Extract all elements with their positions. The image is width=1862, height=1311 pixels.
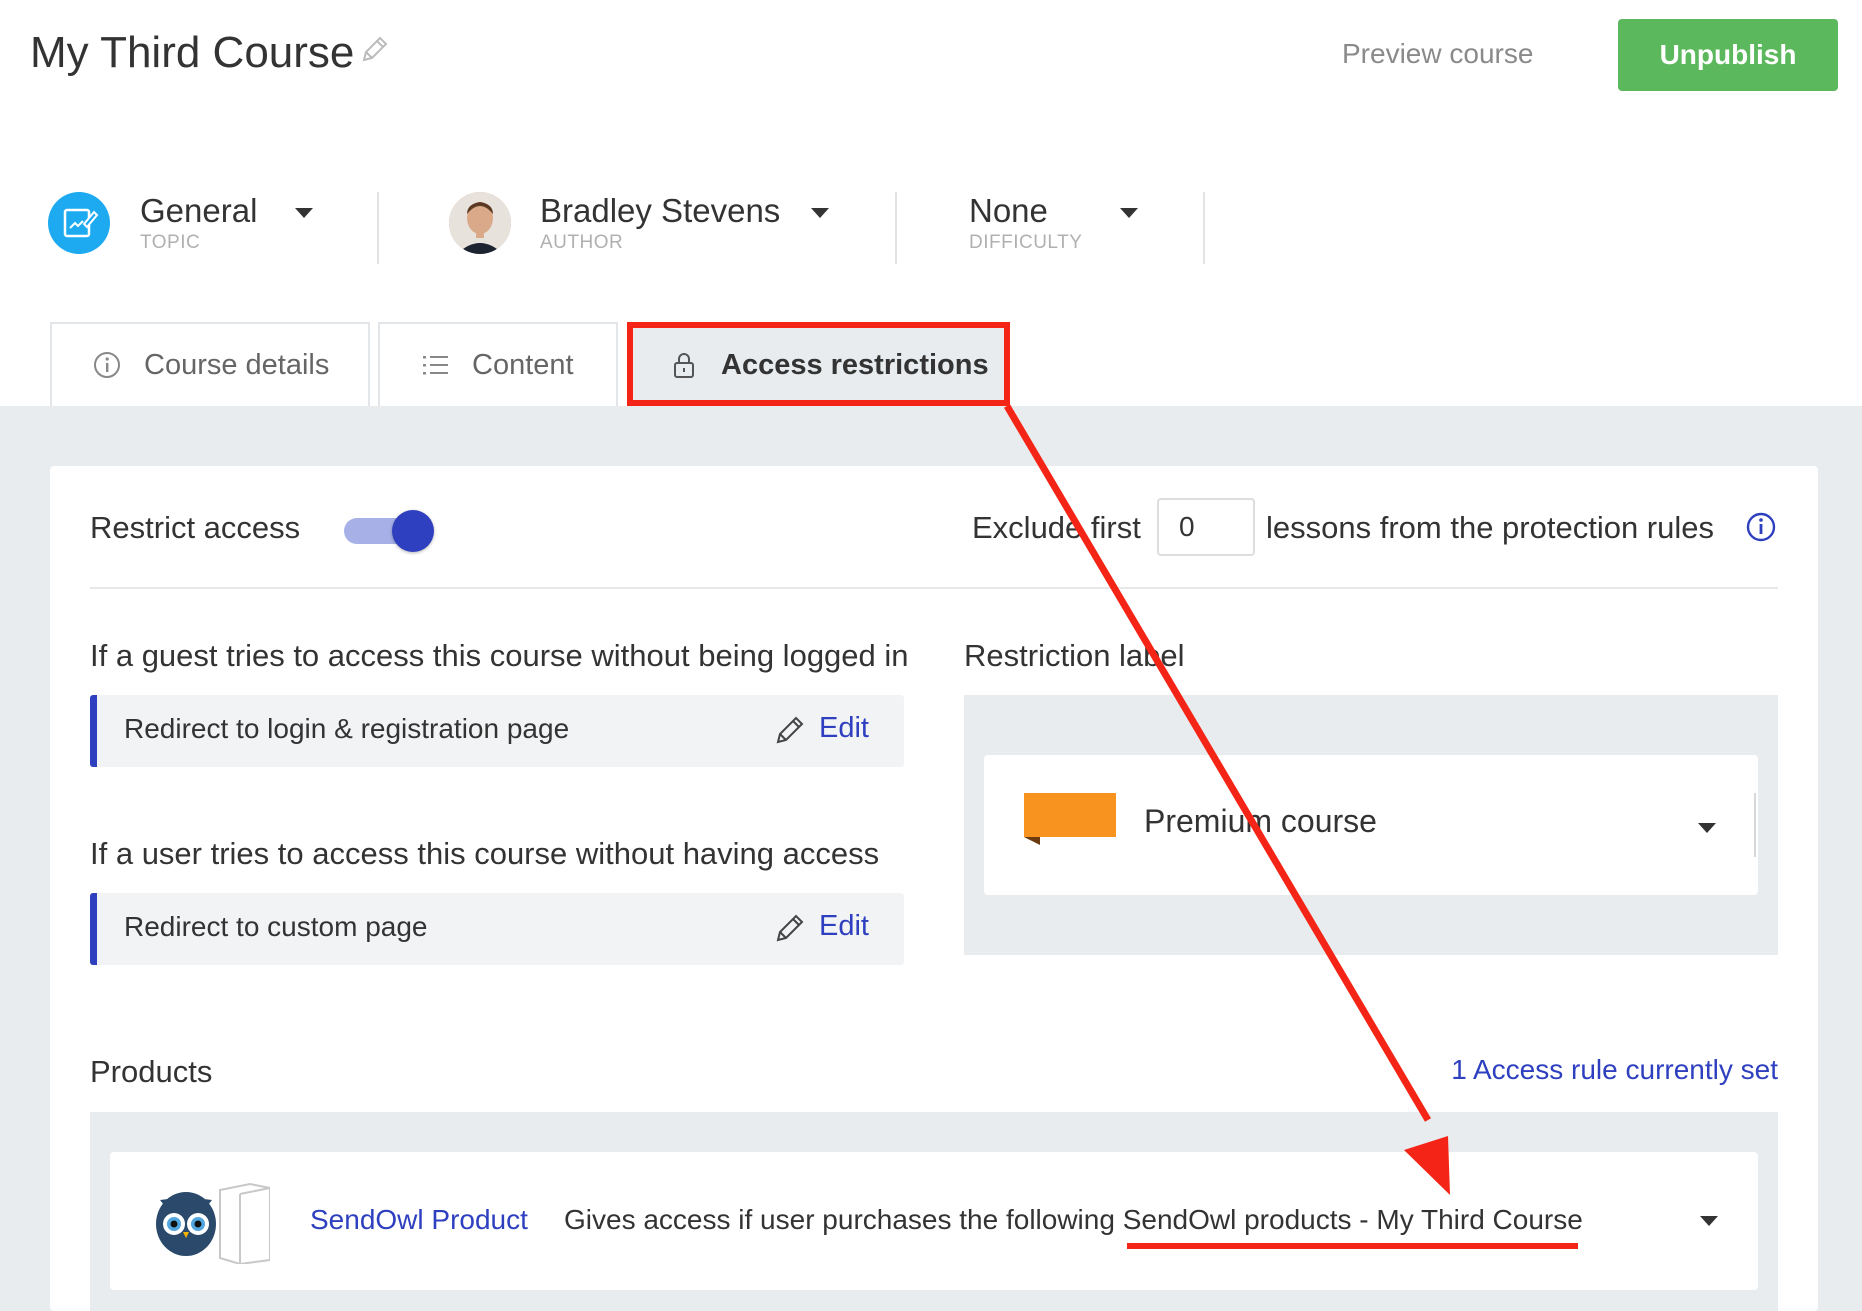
exclude-suffix-label: lessons from the protection rules: [1266, 510, 1714, 545]
restriction-label-select[interactable]: Premium course: [984, 755, 1758, 895]
divider: [1203, 192, 1205, 264]
restrict-access-toggle[interactable]: [344, 510, 434, 552]
products-heading: Products: [90, 1054, 213, 1089]
tab-label: Course details: [144, 348, 330, 381]
tab-bar: Course details Content Access restrictio…: [0, 322, 1862, 406]
access-rule-link[interactable]: 1 Access rule currently set: [1451, 1054, 1778, 1086]
restrict-access-label: Restrict access: [90, 510, 301, 545]
guest-rule-heading: If a guest tries to access this course w…: [90, 638, 909, 673]
guest-rule-box: Redirect to login & registration page Ed…: [90, 695, 904, 767]
author-value: Bradley Stevens: [540, 192, 781, 229]
tab-label: Access restrictions: [721, 348, 989, 381]
restriction-label-value: Premium course: [1144, 803, 1377, 839]
divider: [1754, 793, 1756, 857]
product-row[interactable]: SendOwl Product Gives access if user pur…: [110, 1152, 1758, 1290]
pencil-icon[interactable]: [773, 911, 807, 945]
tab-label: Content: [472, 348, 574, 381]
product-name-link[interactable]: SendOwl Product: [310, 1204, 528, 1236]
topic-label: TOPIC: [140, 232, 201, 253]
preview-course-link[interactable]: Preview course: [1342, 38, 1533, 70]
tab-content[interactable]: Content: [378, 322, 618, 406]
guest-rule-edit-link[interactable]: Edit: [819, 712, 869, 745]
toggle-knob: [392, 510, 434, 552]
course-title: My Third Course: [30, 28, 355, 77]
list-icon: [423, 356, 448, 375]
exclude-prefix-label: Exclude first: [972, 510, 1141, 545]
page-header: My Third Course Preview course Unpublish: [0, 0, 1862, 120]
tab-course-details[interactable]: Course details: [50, 322, 370, 406]
divider: [377, 192, 379, 264]
difficulty-label: DIFFICULTY: [969, 232, 1083, 253]
user-rule-heading: If a user tries to access this course wi…: [90, 836, 880, 871]
user-rule-value: Redirect to custom page: [124, 911, 428, 942]
course-meta-bar: General TOPIC Bradley Stevens AUTHOR Non…: [0, 180, 1862, 280]
sendowl-logo-icon: [156, 1182, 270, 1264]
product-description: Gives access if user purchases the follo…: [564, 1204, 1583, 1235]
author-label: AUTHOR: [540, 232, 624, 253]
difficulty-value: None: [969, 192, 1048, 229]
restriction-label-heading: Restriction label: [964, 638, 1185, 673]
topic-icon: [48, 192, 110, 254]
annotation-underline: [1127, 1243, 1578, 1249]
chevron-down-icon: [1698, 823, 1716, 833]
user-rule-box: Redirect to custom page Edit: [90, 893, 904, 965]
info-icon[interactable]: [1745, 511, 1777, 543]
topic-selector[interactable]: General TOPIC: [0, 180, 370, 260]
topic-value: General: [140, 192, 258, 229]
lock-icon: [674, 353, 694, 378]
pencil-icon[interactable]: [358, 34, 390, 66]
author-selector[interactable]: Bradley Stevens AUTHOR: [380, 180, 895, 260]
unpublish-button[interactable]: Unpublish: [1618, 19, 1838, 91]
tab-access-restrictions[interactable]: Access restrictions: [627, 322, 1010, 406]
difficulty-selector[interactable]: None DIFFICULTY: [898, 180, 1203, 260]
pencil-icon[interactable]: [773, 713, 807, 747]
avatar: [449, 192, 511, 254]
chevron-down-icon: [811, 208, 829, 218]
info-icon: [94, 352, 120, 378]
divider: [90, 587, 1778, 589]
chevron-down-icon[interactable]: [1700, 1216, 1718, 1226]
user-rule-edit-link[interactable]: Edit: [819, 910, 869, 943]
chevron-down-icon: [295, 208, 313, 218]
chevron-down-icon: [1120, 208, 1138, 218]
ribbon-icon: [1024, 793, 1116, 845]
exclude-lessons-input[interactable]: [1157, 498, 1255, 556]
divider: [895, 192, 897, 264]
guest-rule-value: Redirect to login & registration page: [124, 713, 570, 744]
